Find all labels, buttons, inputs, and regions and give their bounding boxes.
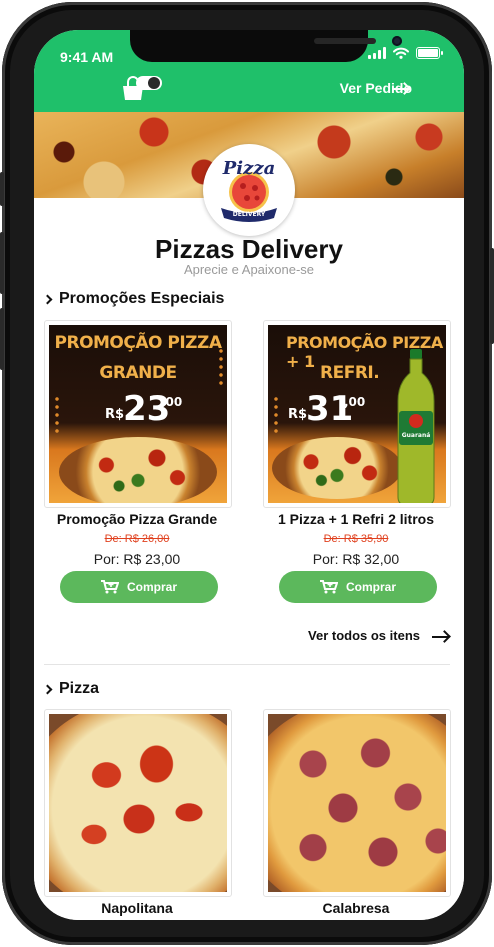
product-image: PROMOÇÃO PIZZA GRANDE R$ 23 ,00 xyxy=(49,325,227,503)
battery-icon xyxy=(416,47,443,59)
chevron-right-icon xyxy=(42,684,53,694)
product-card-calabresa[interactable] xyxy=(263,709,451,897)
product-card-napolitana[interactable] xyxy=(44,709,232,897)
new-price: Por: R$ 23,00 xyxy=(93,551,181,567)
banner-cents: ,00 xyxy=(344,395,366,409)
buy-button-label: Comprar xyxy=(126,580,177,594)
cart-icon xyxy=(319,580,338,594)
product-name: Napolitana xyxy=(101,900,173,916)
svg-text:DELIVERY: DELIVERY xyxy=(233,211,266,218)
banner-line2: GRANDE xyxy=(99,363,177,383)
shopping-bag-toggle-icon[interactable] xyxy=(120,74,164,104)
see-all-items-link[interactable]: Ver todos os itens xyxy=(308,628,420,643)
chevron-right-icon xyxy=(42,294,53,304)
pizza-image xyxy=(272,437,402,499)
pizza-image xyxy=(49,714,227,892)
header-bar: 9:41 AM Ver Pedido xyxy=(34,30,464,112)
product-name: 1 Pizza + 1 Refri 2 litros xyxy=(277,511,434,527)
pizza-logo-icon: DELIVERY Pizza xyxy=(205,146,293,234)
speaker xyxy=(314,38,376,44)
svg-text:Pizza: Pizza xyxy=(222,158,275,179)
buy-button[interactable]: Comprar xyxy=(60,571,218,603)
decor-dots xyxy=(272,395,280,435)
front-camera xyxy=(392,36,402,46)
phone-frame: 9:41 AM Ver Pedido DELIVERY Pizza Pizzas… xyxy=(0,2,494,945)
store-logo: DELIVERY Pizza xyxy=(203,144,295,236)
decor-dots xyxy=(217,347,225,387)
store-tagline: Aprecie e Apaixone-se xyxy=(183,262,315,277)
section-header-pizza[interactable]: Pizza xyxy=(42,680,100,698)
pizza-image xyxy=(268,714,446,892)
buy-button[interactable]: Comprar xyxy=(279,571,437,603)
soda-bottle-image: Guaraná xyxy=(397,349,435,503)
notch xyxy=(130,30,402,62)
arrow-right-icon[interactable] xyxy=(392,88,408,90)
pizza-image xyxy=(59,437,217,503)
section-divider xyxy=(44,664,450,665)
svg-text:Guaraná: Guaraná xyxy=(402,432,431,439)
section-title: Promoções Especiais xyxy=(59,290,225,307)
product-image xyxy=(49,714,227,892)
new-price: Por: R$ 32,00 xyxy=(312,551,400,567)
banner-line1: PROMOÇÃO PIZZA xyxy=(54,333,222,353)
status-icons xyxy=(368,47,443,59)
product-card-promo-pizza-grande[interactable]: PROMOÇÃO PIZZA GRANDE R$ 23 ,00 xyxy=(44,320,232,508)
wifi-icon xyxy=(393,47,409,59)
banner-cents: ,00 xyxy=(161,395,183,409)
section-header-promotions[interactable]: Promoções Especiais xyxy=(42,290,225,308)
product-card-pizza-refri[interactable]: PROMOÇÃO PIZZA + 1 REFRI. R$ 31 ,00 Guar… xyxy=(263,320,451,508)
product-name: Promoção Pizza Grande xyxy=(56,511,218,527)
mute-switch xyxy=(0,172,4,206)
decor-dots xyxy=(53,395,61,435)
old-price: De: R$ 35,90 xyxy=(323,533,389,545)
app-screen: 9:41 AM Ver Pedido DELIVERY Pizza Pizzas… xyxy=(34,30,464,920)
volume-down-button xyxy=(0,308,4,370)
store-name: Pizzas Delivery xyxy=(155,234,343,264)
product-image xyxy=(268,714,446,892)
signal-icon xyxy=(368,47,386,59)
arrow-right-icon[interactable] xyxy=(432,636,448,638)
volume-up-button xyxy=(0,232,4,294)
old-price: De: R$ 26,00 xyxy=(104,533,170,545)
banner-currency: R$ xyxy=(105,407,125,422)
product-image: PROMOÇÃO PIZZA + 1 REFRI. R$ 31 ,00 Guar… xyxy=(268,325,446,503)
power-button xyxy=(490,248,494,344)
product-name: Calabresa xyxy=(322,900,390,916)
buy-button-label: Comprar xyxy=(345,580,396,594)
cart-icon xyxy=(100,580,119,594)
status-time: 9:41 AM xyxy=(60,49,114,65)
section-title: Pizza xyxy=(59,680,100,697)
banner-currency: R$ xyxy=(288,407,308,422)
